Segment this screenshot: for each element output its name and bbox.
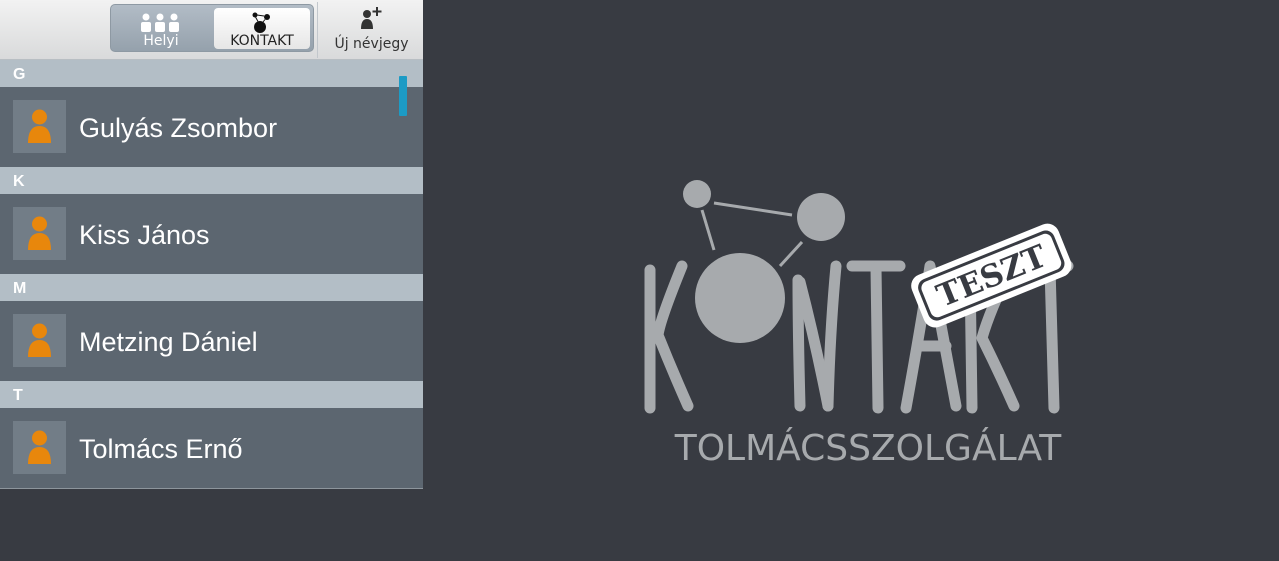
local-tab[interactable]: Helyi [111, 5, 211, 51]
avatar [13, 314, 66, 367]
contact-row[interactable]: Metzing Dániel [0, 301, 423, 381]
avatar [13, 207, 66, 260]
contact-name: Gulyás Zsombor [79, 113, 278, 143]
person-icon [28, 323, 51, 357]
app-window: Helyi KONTAKT Új névjegy G Gulyás Zsombo… [0, 0, 1279, 561]
avatar [13, 100, 66, 153]
kontakt-logo: TESZT TOLMÁCSSZOLGÁLAT [644, 180, 1074, 469]
people-icon [141, 13, 179, 32]
add-person-icon [361, 7, 382, 29]
contact-list[interactable]: G Gulyás Zsombor K Kiss János M Metzing … [0, 60, 423, 488]
section-header: T [0, 381, 423, 408]
person-icon [28, 216, 51, 250]
contact-row[interactable]: Gulyás Zsombor [0, 87, 423, 167]
toolbar-divider [317, 2, 318, 58]
toolbar: Helyi KONTAKT Új névjegy [0, 0, 423, 60]
section-k: K Kiss János [0, 167, 423, 274]
new-contact-label: Új névjegy [334, 36, 409, 52]
section-t: T Tolmács Ernő [0, 381, 423, 488]
person-icon [28, 109, 51, 143]
kontakt-tab[interactable]: KONTAKT [214, 8, 310, 49]
person-icon [28, 430, 51, 464]
new-contact-button[interactable]: Új névjegy [320, 0, 423, 59]
section-header: M [0, 274, 423, 301]
avatar [13, 421, 66, 474]
kontakt-tab-label: KONTAKT [230, 33, 294, 49]
section-m: M Metzing Dániel [0, 274, 423, 381]
source-segmented-control: Helyi KONTAKT [110, 4, 314, 52]
section-g: G Gulyás Zsombor [0, 60, 423, 167]
logo-tagline: TOLMÁCSSZOLGÁLAT [674, 427, 1063, 469]
section-header: K [0, 167, 423, 194]
contact-name: Metzing Dániel [79, 327, 258, 357]
contact-name: Kiss János [79, 220, 210, 250]
contacts-panel: Helyi KONTAKT Új névjegy G Gulyás Zsombo… [0, 0, 423, 489]
section-header: G [0, 60, 423, 87]
kontakt-icon [252, 12, 270, 33]
contact-row[interactable]: Tolmács Ernő [0, 408, 423, 488]
contact-name: Tolmács Ernő [79, 434, 243, 464]
scrollbar[interactable] [399, 76, 407, 116]
local-tab-label: Helyi [143, 33, 179, 49]
contact-row[interactable]: Kiss János [0, 194, 423, 274]
